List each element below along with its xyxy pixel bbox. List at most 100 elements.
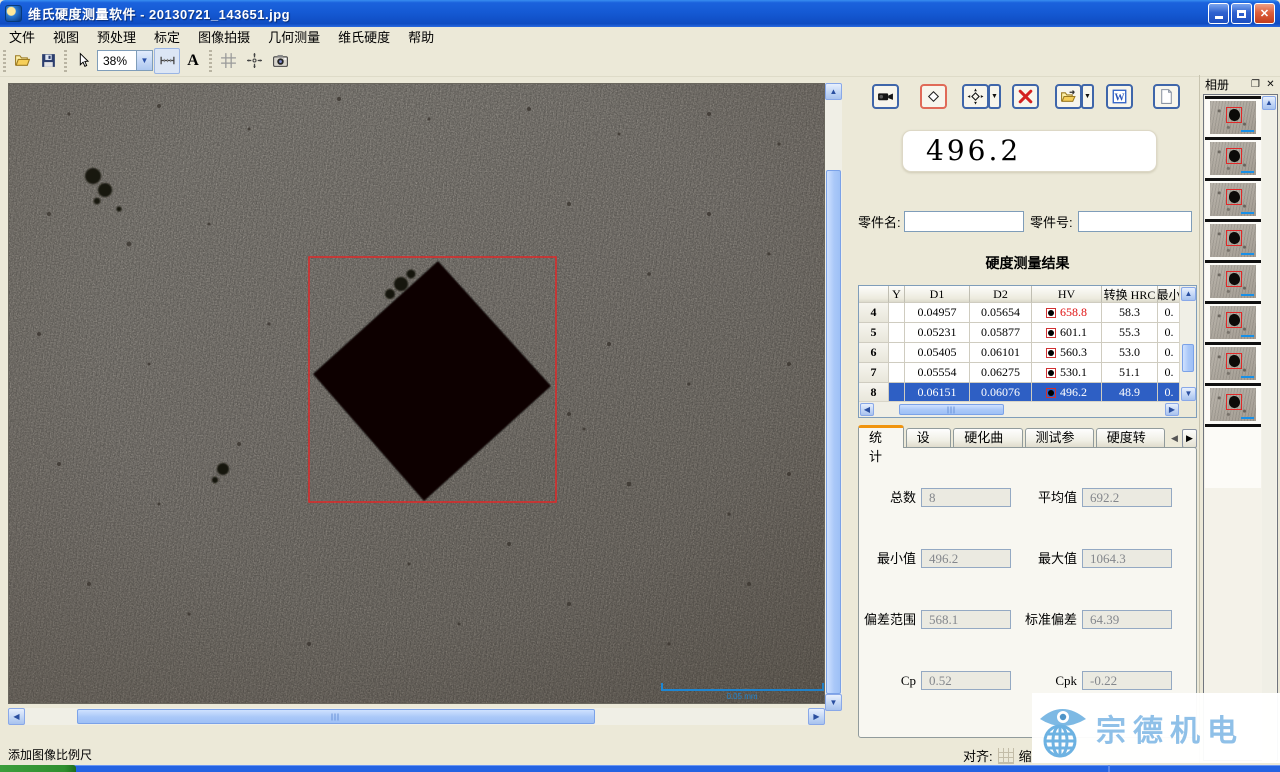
scroll-left-icon: ◀ [13,713,19,721]
scroll-grip [947,406,956,413]
taskbar[interactable] [0,765,1280,772]
album-thumbnail[interactable] [1205,260,1261,301]
table-vscroll-thumb[interactable] [1182,344,1194,372]
chevron-down-icon: ▼ [1084,93,1091,100]
close-icon: ✕ [1260,7,1269,20]
indent-detect-button[interactable] [920,84,947,109]
scroll-up-button[interactable]: ▲ [825,83,842,100]
stats-label: 偏差范围 [846,610,916,629]
pointer-tool-button[interactable] [70,48,96,74]
album-thumbnail[interactable] [1205,383,1261,427]
part-name-input[interactable] [904,211,1024,232]
dirt-blobs [85,168,416,483]
tab-scroll-next[interactable]: ▶ [1182,429,1197,448]
menu-view[interactable]: 视图 [44,26,88,47]
table-header: Y D1 D2 HV 转换 HRC 最小 [859,286,1196,303]
toolbar-grip [2,50,7,72]
video-capture-button[interactable] [872,84,899,109]
text-tool-icon: A [187,52,199,70]
table-row[interactable]: 6 0.05405 0.06101 560.3 53.0 0. [859,343,1196,363]
measure-options-dropdown[interactable]: ▼ [988,84,1001,109]
align-grid-icon[interactable] [998,748,1014,764]
album-thumbnail[interactable] [1205,301,1261,342]
delete-measurement-button[interactable] [1012,84,1039,109]
menu-calibration[interactable]: 标定 [145,26,189,47]
text-tool-button[interactable]: A [180,48,206,74]
minimize-button[interactable] [1208,3,1229,24]
microscope-image[interactable]: 0.05 mm [8,83,825,704]
table-scroll-right[interactable]: ▶ [1165,403,1179,416]
image-hscrollbar[interactable]: ◀ ▶ [8,708,825,725]
snapshot-button[interactable] [267,48,293,74]
ruler-icon [159,52,176,69]
diamond-move-icon [967,88,984,105]
table-scroll-up[interactable]: ▲ [1181,287,1196,301]
tab-hardness-conversion[interactable]: 硬度转换 [1096,428,1165,448]
maximize-button[interactable] [1231,3,1252,24]
table-row[interactable]: 5 0.05231 0.05877 601.1 55.3 0. [859,323,1196,343]
toolbar: 38% ▼ A [0,45,1280,77]
export-button[interactable] [1055,84,1082,109]
menu-geometry[interactable]: 几何测量 [259,26,329,47]
close-panel-icon[interactable]: ✕ [1264,79,1277,90]
menu-preprocess[interactable]: 预处理 [88,26,145,47]
table-row[interactable]: 4 0.04957 0.05654 658.8 58.3 0. [859,303,1196,323]
part-name-label: 零件名: [858,212,901,233]
menu-capture[interactable]: 图像拍摄 [189,26,259,47]
export-options-dropdown[interactable]: ▼ [1081,84,1094,109]
tab-hardening-curve[interactable]: 硬化曲线 [953,428,1022,448]
album-thumbnail[interactable] [1205,219,1261,260]
album-panel: 相册 ❐ ✕ ▲ [1199,75,1280,763]
scroll-down-button[interactable]: ▼ [825,694,842,711]
album-thumbnail[interactable] [1205,342,1261,383]
open-button[interactable] [9,48,35,74]
zoom-combobox[interactable]: 38% ▼ [97,50,153,71]
new-document-button[interactable] [1153,84,1180,109]
table-scroll-down[interactable]: ▼ [1181,387,1196,401]
table-row[interactable]: 7 0.05554 0.06275 530.1 51.1 0. [859,363,1196,383]
menu-help[interactable]: 帮助 [399,26,443,47]
scroll-left-button[interactable]: ◀ [8,708,25,725]
tab-test-params[interactable]: 测试参数 [1025,428,1094,448]
vscroll-thumb[interactable] [826,170,841,694]
start-button-edge[interactable] [0,765,76,772]
measure-indent-button[interactable] [962,84,989,109]
word-report-button[interactable]: W [1106,84,1133,109]
table-scroll-left[interactable]: ◀ [860,403,874,416]
album-thumbnail[interactable] [1205,96,1261,137]
table-hscrollbar[interactable]: ◀ ▶ [859,401,1180,417]
measure-tool-button[interactable] [154,48,180,74]
album-thumbnail[interactable] [1205,137,1261,178]
hscroll-thumb[interactable] [77,709,595,724]
menu-vickers[interactable]: 维氏硬度 [329,26,399,47]
part-number-input[interactable] [1078,211,1192,232]
float-panel-icon[interactable]: ❐ [1249,79,1262,90]
zoom-dropdown-button[interactable]: ▼ [136,51,152,70]
scroll-up-icon: ▲ [1265,99,1273,107]
scroll-right-button[interactable]: ▶ [808,708,825,725]
part-number-label: 零件号: [1030,212,1073,233]
watermark-text: 宗德机电 [1096,706,1244,750]
tab-settings[interactable]: 设置 [906,428,952,448]
titlebar: 维氏硬度测量软件 - 20130721_143651.jpg ✕ [0,0,1280,27]
tab-stats[interactable]: 统计 [858,425,904,448]
minimize-icon [1215,16,1223,19]
album-scrollbar[interactable]: ▲ [1262,96,1276,761]
menu-file[interactable]: 文件 [0,26,44,47]
table-vscrollbar[interactable]: ▲ ▼ [1179,286,1196,402]
blank-document-icon [1158,88,1175,105]
table-hscroll-thumb[interactable] [899,404,1004,415]
chevron-down-icon: ▼ [991,93,998,100]
table-row-selected[interactable]: 8 0.06151 0.06076 496.2 48.9 0. [859,383,1196,403]
tab-scroll-prev[interactable]: ◀ [1167,429,1182,448]
save-button[interactable] [35,48,61,74]
album-scroll-up[interactable]: ▲ [1262,96,1276,110]
stats-label: 标准偏差 [997,610,1077,629]
close-button[interactable]: ✕ [1254,3,1275,24]
grid-overlay-button[interactable] [215,48,241,74]
album-thumbnail[interactable] [1205,178,1261,219]
center-crosshair-button[interactable] [241,48,267,74]
image-vscrollbar[interactable]: ▲ ▼ [825,83,842,711]
indent-marker-icon [1046,308,1056,318]
status-text: 添加图像比例尺 [8,746,92,763]
